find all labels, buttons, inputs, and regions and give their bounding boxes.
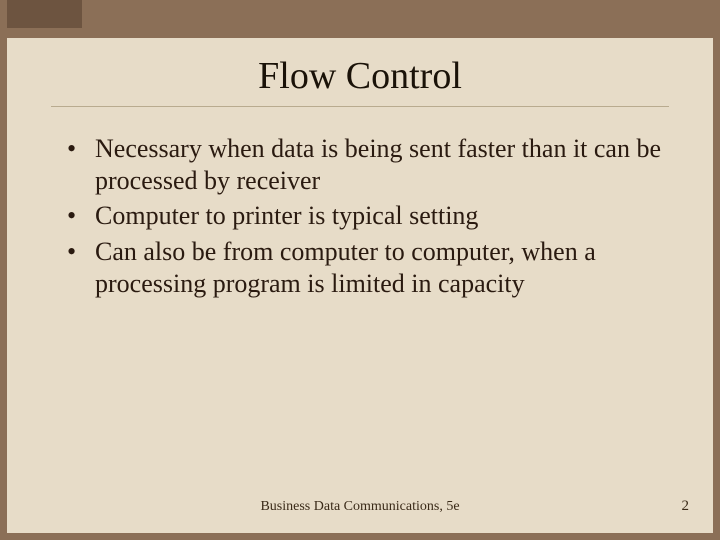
slide-right-border bbox=[713, 0, 720, 540]
slide-body: Flow Control Necessary when data is bein… bbox=[7, 38, 713, 533]
bullet-item: Computer to printer is typical setting bbox=[77, 200, 671, 232]
page-number: 2 bbox=[682, 498, 690, 515]
bullet-item: Can also be from computer to computer, w… bbox=[77, 236, 671, 299]
slide-top-border bbox=[0, 0, 720, 38]
slide-left-border bbox=[0, 0, 7, 540]
bullet-item: Necessary when data is being sent faster… bbox=[77, 133, 671, 196]
slide-footer: Business Data Communications, 5e bbox=[7, 499, 713, 515]
slide-title: Flow Control bbox=[49, 54, 671, 98]
bullet-list: Necessary when data is being sent faster… bbox=[49, 133, 671, 300]
title-underline bbox=[51, 106, 669, 107]
slide-bottom-border bbox=[0, 533, 720, 540]
slide-top-tab bbox=[0, 0, 82, 28]
